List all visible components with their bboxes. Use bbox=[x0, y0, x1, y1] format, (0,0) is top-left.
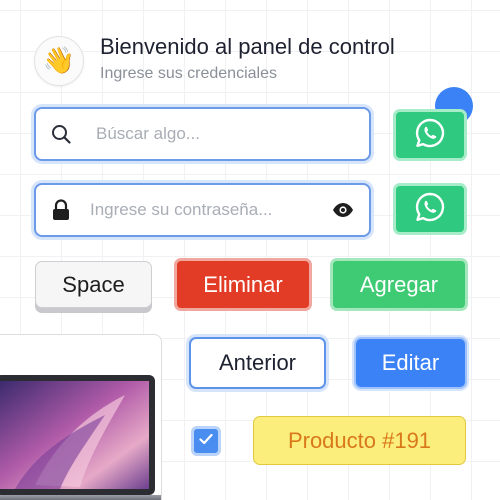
add-button[interactable]: Agregar bbox=[330, 258, 468, 311]
search-input[interactable] bbox=[72, 109, 369, 159]
search-field[interactable] bbox=[34, 107, 371, 161]
laptop-image bbox=[0, 375, 161, 500]
whatsapp-icon bbox=[414, 117, 446, 154]
password-field[interactable] bbox=[34, 183, 371, 237]
whatsapp-button-1[interactable] bbox=[393, 109, 467, 161]
avatar: 👋 bbox=[34, 36, 84, 86]
delete-button[interactable]: Eliminar bbox=[174, 258, 312, 311]
check-icon bbox=[199, 432, 213, 450]
edit-button[interactable]: Editar bbox=[354, 337, 467, 389]
space-button[interactable]: Space bbox=[35, 261, 152, 308]
password-input[interactable] bbox=[72, 185, 331, 235]
waving-hand-icon: 👋 bbox=[42, 46, 76, 76]
page-title: Bienvenido al panel de control bbox=[100, 34, 395, 59]
search-icon bbox=[50, 123, 72, 145]
page-subtitle: Ingrese sus credenciales bbox=[100, 65, 277, 82]
lock-icon bbox=[50, 199, 72, 221]
whatsapp-button-2[interactable] bbox=[393, 183, 467, 235]
product-tag[interactable]: Producto #191 bbox=[253, 416, 466, 465]
checkbox[interactable] bbox=[191, 426, 221, 456]
whatsapp-icon bbox=[414, 191, 446, 228]
eye-icon[interactable] bbox=[331, 199, 355, 221]
product-card[interactable] bbox=[0, 334, 162, 500]
previous-button[interactable]: Anterior bbox=[189, 337, 326, 389]
